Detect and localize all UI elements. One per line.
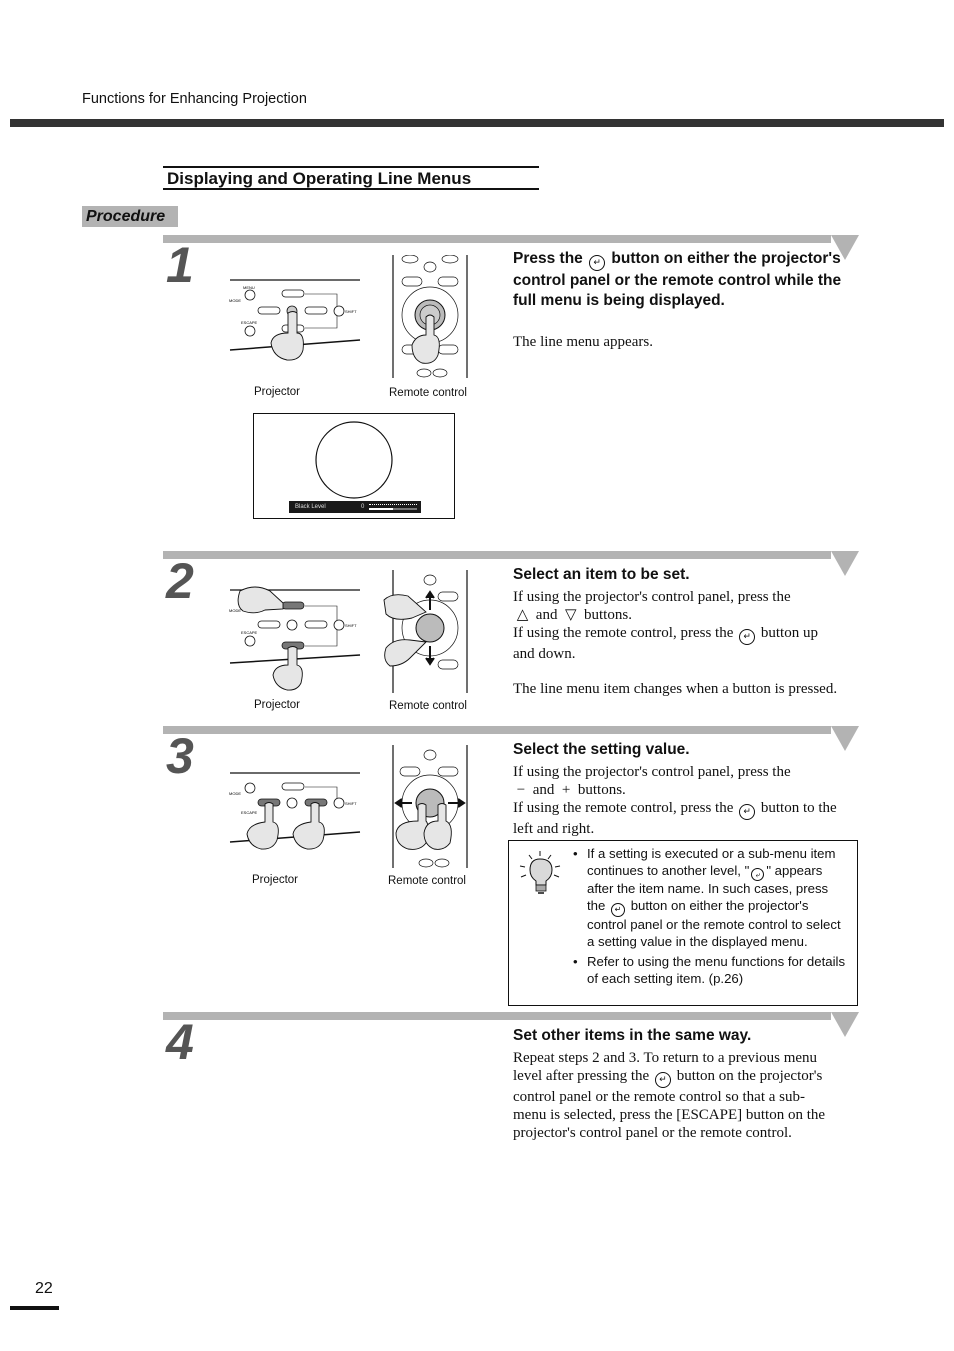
enter-button-icon: ↵ bbox=[654, 1072, 671, 1088]
projector-panel-illustration-2: MODE ESCAPE SHIFT bbox=[229, 586, 361, 691]
page-number: 22 bbox=[35, 1280, 53, 1297]
step-2-body: If using the projector's control panel, … bbox=[513, 589, 838, 697]
running-header: Functions for Enhancing Projection bbox=[82, 91, 307, 107]
caption-remote: Remote control bbox=[389, 387, 467, 399]
osd-slider-fill bbox=[369, 508, 393, 510]
finger-icon bbox=[383, 594, 427, 620]
svg-text:ESCAPE: ESCAPE bbox=[241, 810, 258, 815]
step-2-bar bbox=[163, 551, 831, 559]
submenu-icon: ⤶ bbox=[751, 867, 765, 881]
svg-text:MODE: MODE bbox=[229, 608, 241, 613]
projector-panel-illustration-3: MODE ESCAPE SHIFT bbox=[229, 772, 361, 850]
svg-text:MODE: MODE bbox=[229, 298, 241, 303]
osd-item-value: 0 bbox=[361, 504, 365, 510]
caption-remote: Remote control bbox=[388, 875, 466, 887]
header-rule bbox=[10, 119, 944, 127]
svg-text:SHIFT: SHIFT bbox=[345, 801, 357, 806]
step-3-title: Select the setting value. bbox=[513, 741, 690, 758]
step-4-number: 4 bbox=[166, 1014, 194, 1070]
enter-button-icon: ↵ bbox=[739, 629, 756, 645]
enter-button-icon: ↵ bbox=[589, 255, 606, 271]
caption-projector: Projector bbox=[254, 699, 301, 711]
svg-text:SHIFT: SHIFT bbox=[345, 623, 357, 628]
arrow-left-icon bbox=[394, 798, 412, 808]
enter-button-icon: ↵ bbox=[611, 902, 626, 917]
finger-icon bbox=[292, 802, 325, 850]
arrow-down-icon bbox=[425, 646, 435, 666]
arrow-right-icon bbox=[448, 798, 466, 808]
step-2-title: Select an item to be set. bbox=[513, 566, 690, 583]
step-3-body: If using the projector's control panel, … bbox=[513, 764, 837, 837]
step-1-body: The line menu appears. bbox=[513, 334, 653, 350]
section-title: Displaying and Operating Line Menus bbox=[163, 166, 539, 190]
caption-projector: Projector bbox=[254, 386, 301, 398]
step-1-title: Press the ↵ button on either the project… bbox=[513, 250, 842, 309]
panel-menu-label: MENU bbox=[243, 285, 255, 290]
arrow-up-icon bbox=[425, 590, 435, 610]
lightbulb-icon bbox=[519, 851, 561, 894]
footer-rule bbox=[10, 1306, 59, 1310]
tip-box: If a setting is executed or a sub-menu i… bbox=[508, 840, 858, 1006]
tip-item: If a setting is executed or a sub-menu i… bbox=[573, 846, 849, 951]
finger-icon bbox=[272, 646, 303, 691]
svg-text:ESCAPE: ESCAPE bbox=[241, 630, 258, 635]
step-3-bar bbox=[163, 726, 831, 734]
procedure-label: Procedure bbox=[82, 206, 178, 227]
test-circle bbox=[315, 421, 393, 499]
step-1-bar bbox=[163, 235, 831, 243]
svg-text:SHIFT: SHIFT bbox=[345, 309, 357, 314]
step-1-number: 1 bbox=[166, 237, 194, 293]
remote-illustration-2 bbox=[383, 570, 468, 693]
svg-text:ESCAPE: ESCAPE bbox=[241, 320, 258, 325]
minus-icon: − bbox=[516, 782, 526, 798]
finger-icon bbox=[237, 586, 284, 614]
remote-illustration-1 bbox=[392, 255, 468, 378]
osd-slider-track bbox=[369, 508, 417, 510]
projector-panel-illustration-1: MENU MODE ESCAPE SHIFT bbox=[229, 279, 361, 361]
svg-text:MODE: MODE bbox=[229, 791, 241, 796]
step-2-number: 2 bbox=[166, 553, 194, 609]
finger-icon bbox=[395, 803, 429, 850]
step-3-number: 3 bbox=[166, 728, 194, 784]
finger-icon bbox=[384, 639, 427, 667]
step-4-bar bbox=[163, 1012, 831, 1020]
osd-item-label: Black Level bbox=[295, 504, 326, 510]
finger-icon bbox=[270, 311, 304, 361]
enter-button-icon: ↵ bbox=[739, 804, 756, 820]
step-4-title: Set other items in the same way. bbox=[513, 1027, 752, 1044]
up-triangle-icon: △ bbox=[516, 607, 529, 623]
osd-scale bbox=[369, 504, 417, 507]
projected-screen: Black Level 0 bbox=[253, 413, 455, 519]
step-4-body: Repeat steps 2 and 3. To return to a pre… bbox=[513, 1050, 826, 1141]
remote-illustration-3 bbox=[392, 745, 468, 868]
line-menu-osd: Black Level 0 bbox=[289, 501, 421, 513]
caption-projector: Projector bbox=[252, 874, 299, 886]
tip-item: Refer to using the menu functions for de… bbox=[573, 954, 849, 988]
down-triangle-icon: ▽ bbox=[564, 607, 577, 623]
plus-icon: + bbox=[561, 782, 571, 798]
tip-list: If a setting is executed or a sub-menu i… bbox=[573, 846, 849, 990]
caption-remote: Remote control bbox=[389, 700, 467, 712]
